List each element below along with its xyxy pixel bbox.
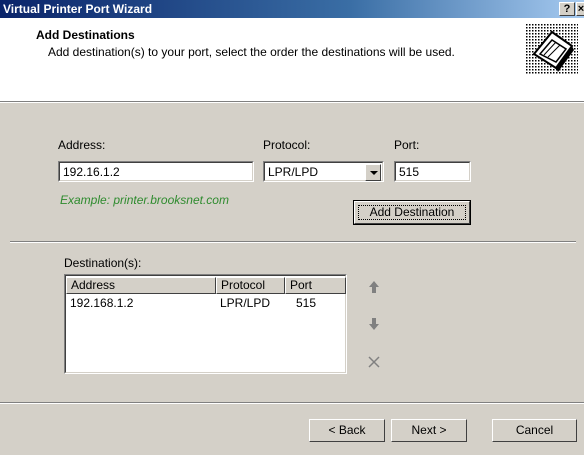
destinations-label: Destination(s): (64, 256, 142, 270)
page-subtitle: Add destination(s) to your port, select … (48, 45, 455, 59)
chevron-down-icon (370, 171, 378, 175)
window-title: Virtual Printer Port Wizard (3, 2, 153, 16)
move-down-icon[interactable] (366, 316, 382, 332)
remove-icon[interactable] (366, 354, 382, 370)
protocol-select[interactable]: LPR/LPD (263, 161, 384, 182)
wizard-header: Add Destinations Add destination(s) to y… (0, 18, 584, 101)
port-input[interactable]: 515 (394, 161, 471, 182)
page-title: Add Destinations (36, 28, 135, 42)
column-header-port[interactable]: Port (285, 277, 346, 294)
address-example: Example: printer.brooksnet.com (60, 193, 229, 207)
destination-protocol[interactable]: LPR/LPD (220, 296, 270, 310)
address-label: Address: (58, 138, 106, 152)
back-button[interactable]: < Back (309, 419, 385, 442)
dropdown-button[interactable] (365, 164, 381, 181)
destination-port[interactable]: 515 (296, 296, 316, 310)
help-button[interactable]: ? (559, 2, 575, 16)
move-up-icon[interactable] (366, 279, 382, 295)
port-label: Port: (394, 138, 420, 152)
wizard-window: Virtual Printer Port Wizard ? × Add Dest… (0, 0, 584, 455)
add-destination-button[interactable]: Add Destination (353, 200, 471, 225)
close-button[interactable]: × (576, 2, 584, 16)
title-bar[interactable]: Virtual Printer Port Wizard ? × (0, 0, 584, 18)
destinations-list[interactable]: Address Protocol Port 192.168.1.2 LPR/LP… (64, 274, 347, 374)
next-button[interactable]: Next > (391, 419, 467, 442)
printer-icon (526, 24, 578, 74)
column-header-protocol[interactable]: Protocol (216, 277, 285, 294)
cancel-button[interactable]: Cancel (492, 419, 577, 442)
column-header-address[interactable]: Address (66, 277, 216, 294)
address-input[interactable]: 192.16.1.2 (58, 161, 254, 182)
destination-address[interactable]: 192.168.1.2 (70, 296, 133, 310)
protocol-value: LPR/LPD (268, 165, 319, 179)
protocol-label: Protocol: (263, 138, 311, 152)
